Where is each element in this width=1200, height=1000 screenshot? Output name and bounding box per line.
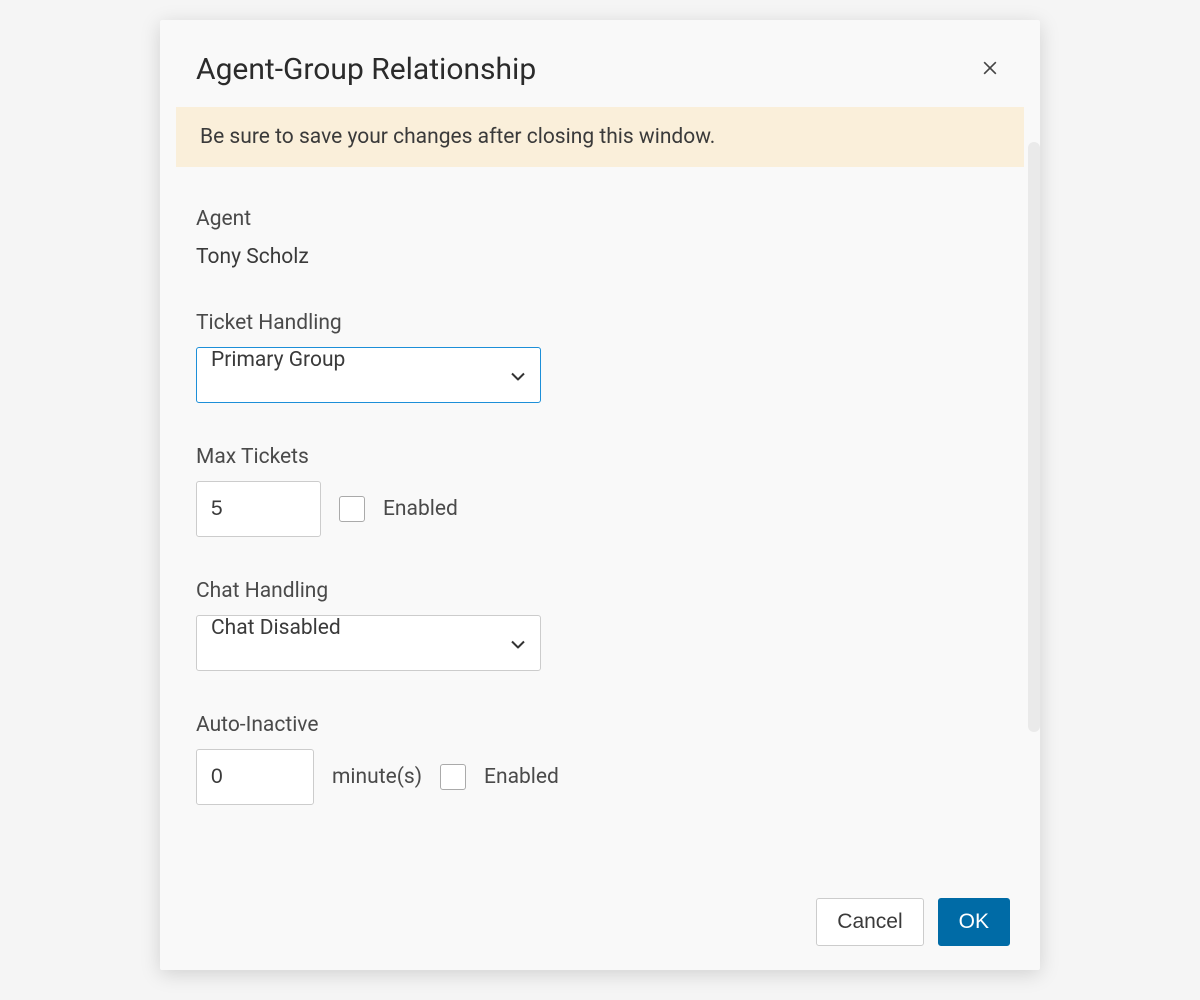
scrollbar[interactable] [1028,142,1040,732]
auto-inactive-label: Auto-Inactive [196,713,1004,737]
modal-body: Be sure to save your changes after closi… [160,107,1040,887]
chat-handling-select-wrapper: Chat Disabled [196,615,541,671]
cancel-button[interactable]: Cancel [816,898,923,946]
modal-title: Agent-Group Relationship [196,52,536,87]
agent-label: Agent [196,207,1004,231]
chat-handling-select[interactable]: Chat Disabled [196,615,541,671]
ticket-handling-select[interactable]: Primary Group [196,347,541,403]
agent-field-group: Agent Tony Scholz [196,207,1004,269]
max-tickets-input[interactable] [196,481,321,537]
close-icon [980,58,1000,81]
ticket-handling-group: Ticket Handling Primary Group [196,311,1004,403]
modal-footer: Cancel OK [816,898,1010,946]
close-button[interactable] [976,54,1004,85]
save-reminder-banner: Be sure to save your changes after closi… [176,107,1024,167]
chat-handling-label: Chat Handling [196,579,1004,603]
auto-inactive-enabled-checkbox[interactable] [440,764,466,790]
max-tickets-group: Max Tickets Enabled [196,445,1004,537]
max-tickets-label: Max Tickets [196,445,1004,469]
ticket-handling-select-wrapper: Primary Group [196,347,541,403]
auto-inactive-enabled-label: Enabled [484,765,559,789]
max-tickets-enabled-label: Enabled [383,497,458,521]
ok-button[interactable]: OK [938,898,1010,946]
chat-handling-group: Chat Handling Chat Disabled [196,579,1004,671]
auto-inactive-group: Auto-Inactive minute(s) Enabled [196,713,1004,805]
ticket-handling-label: Ticket Handling [196,311,1004,335]
modal-header: Agent-Group Relationship [160,20,1040,107]
auto-inactive-input[interactable] [196,749,314,805]
agent-group-relationship-modal: Agent-Group Relationship Be sure to save… [160,20,1040,970]
auto-inactive-unit: minute(s) [332,765,422,789]
max-tickets-enabled-checkbox[interactable] [339,496,365,522]
agent-name-value: Tony Scholz [196,245,1004,269]
